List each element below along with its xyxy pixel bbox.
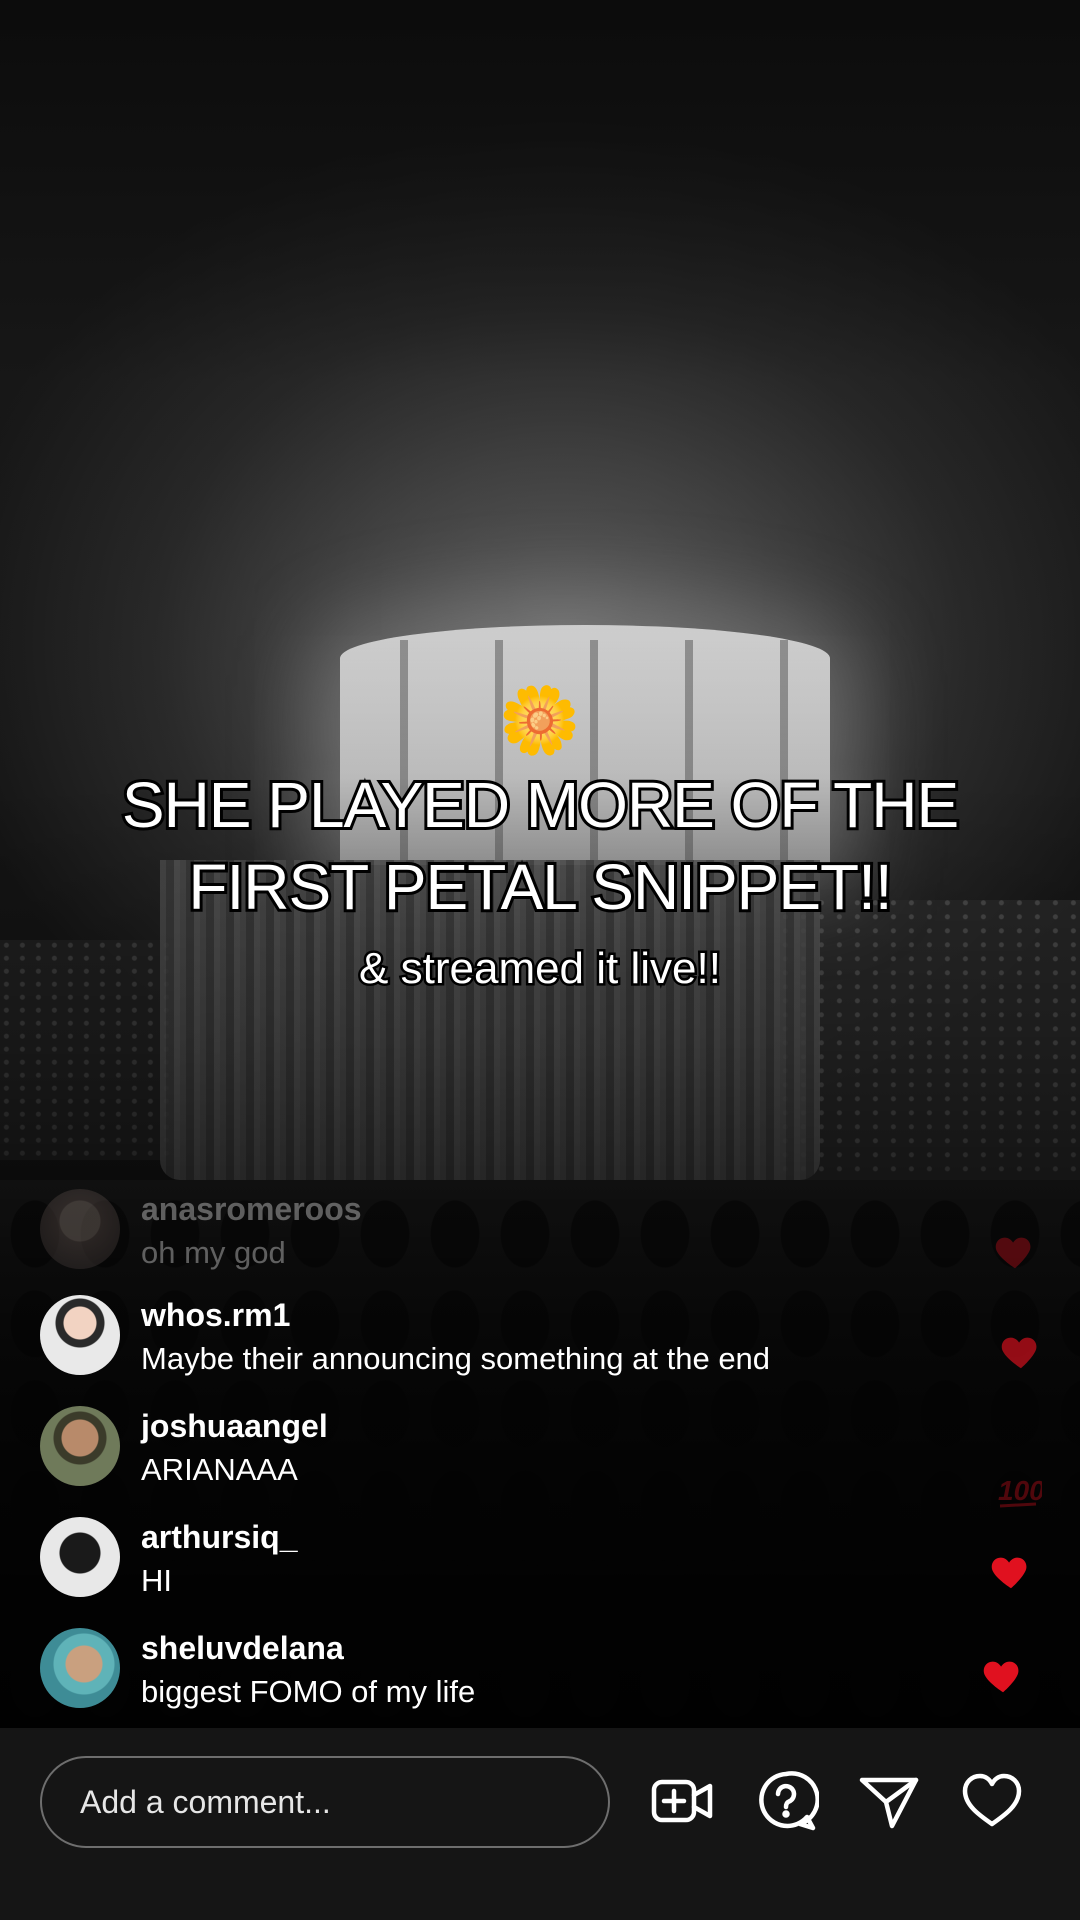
bottom-action-bar: Add a comment... (0, 1728, 1080, 1920)
avatar[interactable] (40, 1295, 120, 1375)
caption-subline: & streamed it live!! (357, 942, 724, 996)
share-icon[interactable] (856, 1768, 922, 1834)
caption-line-2: FIRST PETAL SNIPPET!! (185, 848, 895, 926)
comment-text: Maybe their announcing something at the … (141, 1341, 771, 1376)
comment-input[interactable]: Add a comment... (40, 1756, 610, 1848)
comment-text: oh my god (141, 1235, 286, 1270)
overlay-caption: 🌼 SHE PLAYED MORE OF THE FIRST PETAL SNI… (40, 680, 1040, 996)
comment-placeholder: Add a comment... (80, 1784, 331, 1820)
add-video-icon[interactable] (650, 1768, 716, 1834)
caption-headline: SHE PLAYED MORE OF THE FIRST PETAL SNIPP… (40, 764, 1040, 928)
comment-username[interactable]: arthursiq_ (141, 1517, 297, 1557)
heart-reaction-icon (992, 1228, 1038, 1274)
heart-reaction-icon (980, 1652, 1026, 1698)
avatar[interactable] (40, 1189, 120, 1269)
avatar[interactable] (40, 1517, 120, 1597)
comment-text: biggest FOMO of my life (141, 1674, 476, 1709)
question-icon[interactable] (753, 1768, 820, 1834)
comment-item[interactable]: joshuaangel ARIANAAA (0, 1402, 1000, 1502)
heart-reaction-icon (988, 1548, 1034, 1594)
caption-line-1: SHE PLAYED MORE OF THE (119, 766, 962, 844)
comment-item[interactable]: sheluvdelana biggest FOMO of my life (0, 1624, 1000, 1724)
comment-item[interactable]: anasromeroos oh my god (0, 1185, 1000, 1285)
live-stream-screen: 🌼 SHE PLAYED MORE OF THE FIRST PETAL SNI… (0, 0, 1080, 1920)
comment-username[interactable]: anasromeroos (141, 1189, 362, 1229)
comment-text: HI (141, 1563, 172, 1598)
avatar[interactable] (40, 1406, 120, 1486)
avatar[interactable] (40, 1628, 120, 1708)
svg-text:100: 100 (998, 1475, 1042, 1506)
comment-username[interactable]: joshuaangel (141, 1406, 328, 1446)
flower-emoji: 🌼 (498, 683, 582, 757)
comment-item[interactable]: whos.rm1 Maybe their announcing somethin… (0, 1291, 1000, 1391)
comment-username[interactable]: sheluvdelana (141, 1628, 344, 1668)
comment-username[interactable]: whos.rm1 (141, 1295, 290, 1335)
comment-text: ARIANAAA (141, 1452, 298, 1487)
like-heart-icon[interactable] (959, 1768, 1025, 1834)
comment-item[interactable]: arthursiq_ HI (0, 1513, 1000, 1613)
heart-reaction-icon (998, 1328, 1044, 1374)
hundred-reaction-icon: 100 (996, 1468, 1045, 1514)
